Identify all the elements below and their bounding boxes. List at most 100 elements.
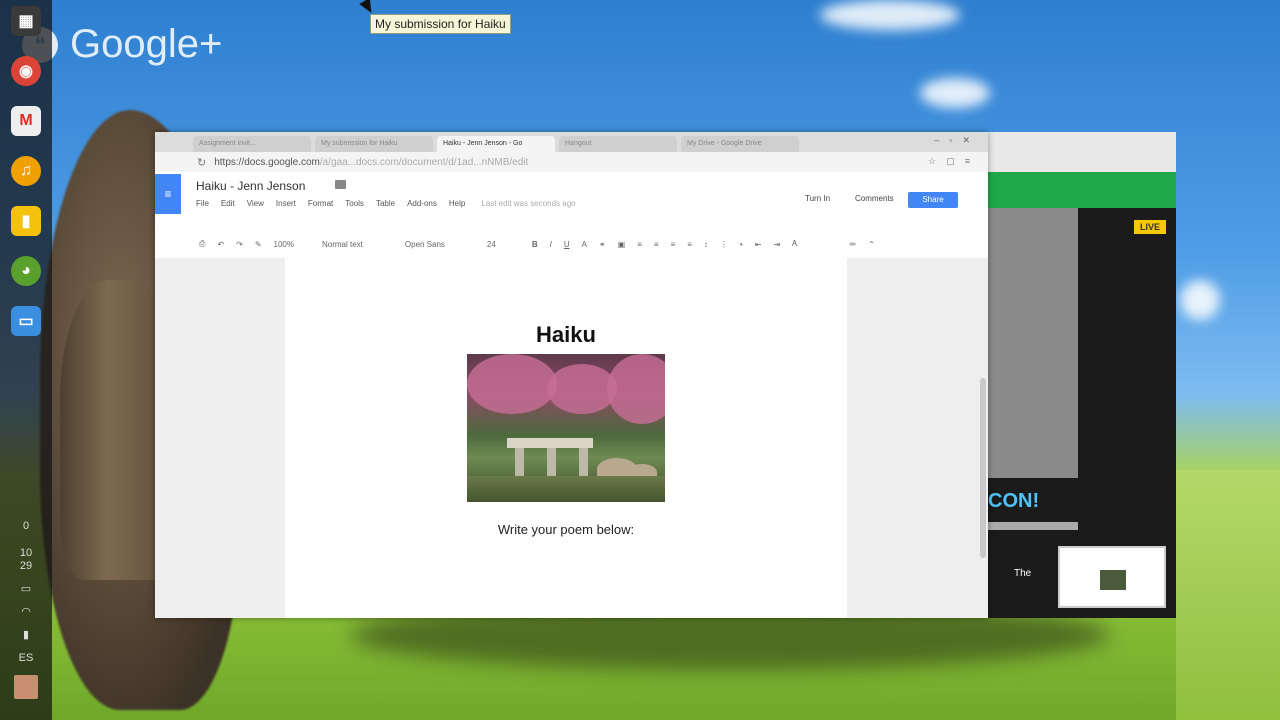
headphones-icon[interactable]: ♫ [11,156,41,186]
window-controls[interactable]: –▫✕ [934,135,980,146]
reload-icon[interactable]: ↻ [197,156,206,169]
save-status: Last edit was seconds ago [481,199,576,208]
bold-icon[interactable]: B [532,240,538,249]
thumbnail-image [1100,570,1126,590]
grass-field [1176,470,1280,720]
hangout-banner-text: CON! [988,490,1040,512]
docs-logo-icon[interactable]: ≡ [155,174,181,214]
clock-hour: 10 [19,547,33,559]
menu-addons[interactable]: Add-ons [407,199,437,208]
cherry-blossom-photo[interactable] [467,354,665,502]
share-button[interactable]: Share [908,192,958,208]
hangout-video [988,208,1078,478]
decrease-indent-icon[interactable]: ⇤ [755,240,762,249]
scrollbar[interactable] [980,378,986,558]
line-spacing-icon[interactable]: ↕ [704,240,708,249]
tab-tooltip: My submission for Haiku [370,14,511,34]
menu-bar: File Edit View Insert Format Tools Table… [196,199,588,208]
increase-indent-icon[interactable]: ⇥ [773,240,780,249]
tab-gmail[interactable]: Assignment invit... [193,136,311,152]
document-canvas: Haiku Write your poem below: [155,258,988,618]
owl-icon[interactable]: ◕ [11,256,41,286]
menu-help[interactable]: Help [449,199,465,208]
notification-count[interactable]: 0 [23,520,29,533]
omnibox-icons[interactable]: ☆▢≡ [928,156,980,167]
chrome-icon[interactable]: ◉ [11,56,41,86]
files-icon[interactable]: ▭ [11,306,41,336]
menu-file[interactable]: File [196,199,209,208]
keep-icon[interactable]: ▮ [11,206,41,236]
formatting-toolbar: ⎙ ↶ ↷ ✎ 100% Normal text Open Sans 24 B … [155,230,988,258]
font-select[interactable]: Open Sans [405,240,445,249]
bullet-list-icon[interactable]: • [740,240,743,249]
font-size-select[interactable]: 24 [487,240,496,249]
print-icon[interactable]: ⎙ [199,239,205,249]
hangout-progress [988,522,1078,530]
docs-header: ≡ Haiku - Jenn Jenson File Edit View Ins… [155,172,988,230]
tab-drive[interactable]: My Drive - Google Drive [681,136,799,152]
italic-icon[interactable]: I [550,240,552,249]
apps-launcher-icon[interactable]: ▦ [11,6,41,36]
comments-button[interactable]: Comments [855,194,894,203]
hangout-thumbnail[interactable] [1058,546,1166,608]
zoom-select[interactable]: 100% [274,240,294,249]
hangout-window[interactable]: LIVE CON! The [980,132,1176,618]
watermark-text: Google+ [70,22,223,66]
folder-icon[interactable] [335,180,346,189]
turn-in-button[interactable]: Turn In [805,194,830,203]
menu-insert[interactable]: Insert [276,199,296,208]
align-left-icon[interactable]: ≡ [637,240,642,249]
document-heading[interactable]: Haiku [285,322,847,348]
menu-view[interactable]: View [247,199,264,208]
url-path: /a/gaa...docs.com/document/d/1ad...nNMB/… [319,156,529,168]
avatar[interactable] [14,675,38,699]
underline-icon[interactable]: U [564,240,570,249]
live-badge: LIVE [1134,220,1167,234]
link-icon[interactable]: ⚭ [599,240,606,249]
menu-tools[interactable]: Tools [345,199,364,208]
menu-table[interactable]: Table [376,199,395,208]
poem-prompt[interactable]: Write your poem below: [285,522,847,537]
tab-haiku-doc[interactable]: Haiku - Jenn Jenson - Go [437,136,555,152]
clock-minute: 29 [19,560,33,572]
hangout-caption: The [1014,568,1032,579]
paint-format-icon[interactable]: ✎ [255,240,262,249]
bridge [507,438,593,448]
google-plus-watermark: ❝ Google+ [22,22,222,67]
cloud [1180,280,1220,320]
cloud [920,78,990,108]
align-center-icon[interactable]: ≡ [654,240,659,249]
document-page[interactable]: Haiku Write your poem below: [285,258,847,618]
justify-icon[interactable]: ≡ [687,240,692,249]
text-color-icon[interactable]: A [582,240,587,249]
browser-window: Assignment invit... My submission for Ha… [155,132,988,618]
battery-icon: ▮ [22,629,30,641]
undo-icon[interactable]: ↶ [217,240,224,249]
overview-icon[interactable]: ▭ [21,583,31,596]
menu-edit[interactable]: Edit [221,199,235,208]
style-select[interactable]: Normal text [322,240,363,249]
input-language[interactable]: ES [19,652,34,665]
wifi-icon: ◠ [21,606,31,618]
pond [467,476,665,502]
omnibox[interactable]: ↻ https://docs.google.com /a/gaa...docs.… [155,152,988,172]
collapse-icon[interactable]: ⌃ [868,240,875,249]
blossom [467,354,557,414]
redo-icon[interactable]: ↷ [236,240,243,249]
hangout-header-bar [980,172,1176,208]
status-tray[interactable]: 0 10 29 ▭ ◠ ▮ ES [0,510,52,720]
comment-icon[interactable]: ▣ [618,240,626,249]
bridge-pillar [579,448,588,478]
align-right-icon[interactable]: ≡ [671,240,676,249]
launcher-shelf: ▦ ◉ M ♫ ▮ ◕ ▭ 0 10 29 ▭ ◠ ▮ ES [0,0,52,720]
tab-submission[interactable]: My submission for Haiku [315,136,433,152]
blossom [607,354,665,424]
menu-format[interactable]: Format [308,199,333,208]
editing-mode-icon[interactable]: ✏ [850,240,857,249]
clock: 10 29 [20,547,32,573]
document-title[interactable]: Haiku - Jenn Jenson [196,179,305,193]
clear-format-icon[interactable]: Ꭺ [792,239,797,249]
gmail-icon[interactable]: M [11,106,41,136]
tab-hangout[interactable]: Hangout [559,136,677,152]
numbered-list-icon[interactable]: ⋮ [720,240,728,249]
